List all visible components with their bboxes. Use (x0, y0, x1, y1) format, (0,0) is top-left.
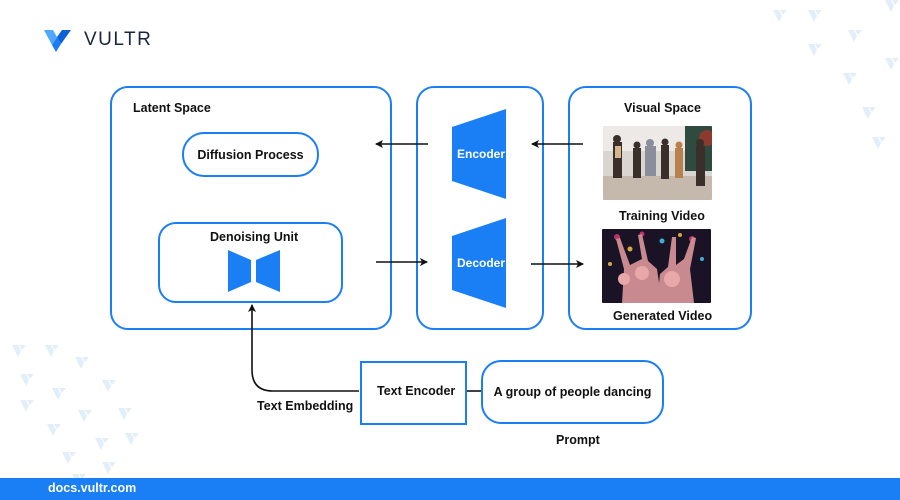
flow-arrows (248, 140, 584, 392)
text-embedding-label: Text Embedding (257, 399, 354, 413)
prompt-text: A group of people dancing (493, 385, 652, 399)
prompt-box: A group of people dancing (481, 360, 664, 424)
arrow-text-embedding-to-denoising (248, 304, 359, 392)
footer-url-link[interactable]: docs.vultr.com (48, 481, 136, 495)
prompt-label: Prompt (556, 433, 600, 447)
text-encoder-label: Text Encoder (377, 384, 456, 398)
